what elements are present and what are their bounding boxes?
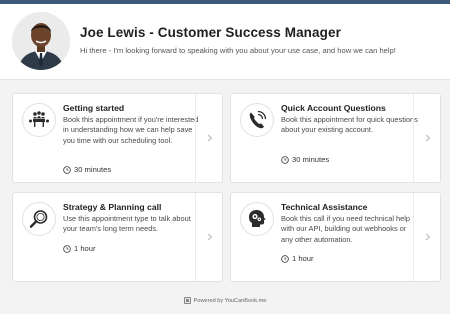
duration-text: 30 minutes <box>74 165 112 174</box>
avatar <box>12 12 70 70</box>
gears-head-icon <box>240 202 274 236</box>
chevron-right-icon[interactable] <box>196 94 223 182</box>
meeting-table-icon <box>22 103 56 137</box>
duration: 1 hour <box>63 244 96 253</box>
chevron-right-icon[interactable] <box>414 193 441 281</box>
duration: 30 minutes <box>281 155 329 164</box>
duration-text: 1 hour <box>74 244 96 253</box>
card-quick-account-questions[interactable]: Quick Account Questions Book this appoin… <box>230 93 441 183</box>
card-description: Book this appointment for quick question… <box>281 115 418 135</box>
phone-icon <box>240 103 274 137</box>
card-description: Book this call if you need technical hel… <box>281 214 411 244</box>
card-title: Getting started <box>63 103 125 113</box>
clock-icon <box>63 244 71 253</box>
duration: 1 hour <box>281 254 314 263</box>
chevron-right-icon[interactable] <box>414 94 441 182</box>
duration-text: 1 hour <box>292 254 314 263</box>
footer[interactable]: Powered by YouCanBook.me <box>0 297 450 304</box>
card-title: Technical Assistance <box>281 202 368 212</box>
card-description: Use this appointment type to talk about … <box>63 214 191 234</box>
profile-header: Joe Lewis - Customer Success Manager Hi … <box>0 4 450 80</box>
card-technical-assistance[interactable]: Technical Assistance Book this call if y… <box>230 192 441 282</box>
card-title: Strategy & Planning call <box>63 202 162 212</box>
clock-icon <box>63 165 71 174</box>
youcanbookme-logo-icon <box>183 297 191 304</box>
page-title: Joe Lewis - Customer Success Manager <box>80 25 341 40</box>
card-getting-started[interactable]: Getting started Book this appointment if… <box>12 93 223 183</box>
magnifying-glass-icon <box>22 202 56 236</box>
card-strategy-planning[interactable]: Strategy & Planning call Use this appoin… <box>12 192 223 282</box>
chevron-right-icon[interactable] <box>196 193 223 281</box>
card-title: Quick Account Questions <box>281 103 386 113</box>
powered-by-link[interactable]: Powered by YouCanBook.me <box>194 298 267 304</box>
card-description: Book this appointment if you're interest… <box>63 115 199 145</box>
duration-text: 30 minutes <box>292 155 330 164</box>
clock-icon <box>281 254 289 263</box>
clock-icon <box>281 155 289 164</box>
duration: 30 minutes <box>63 165 111 174</box>
page-subtitle: Hi there - I'm looking forward to speaki… <box>80 46 396 55</box>
